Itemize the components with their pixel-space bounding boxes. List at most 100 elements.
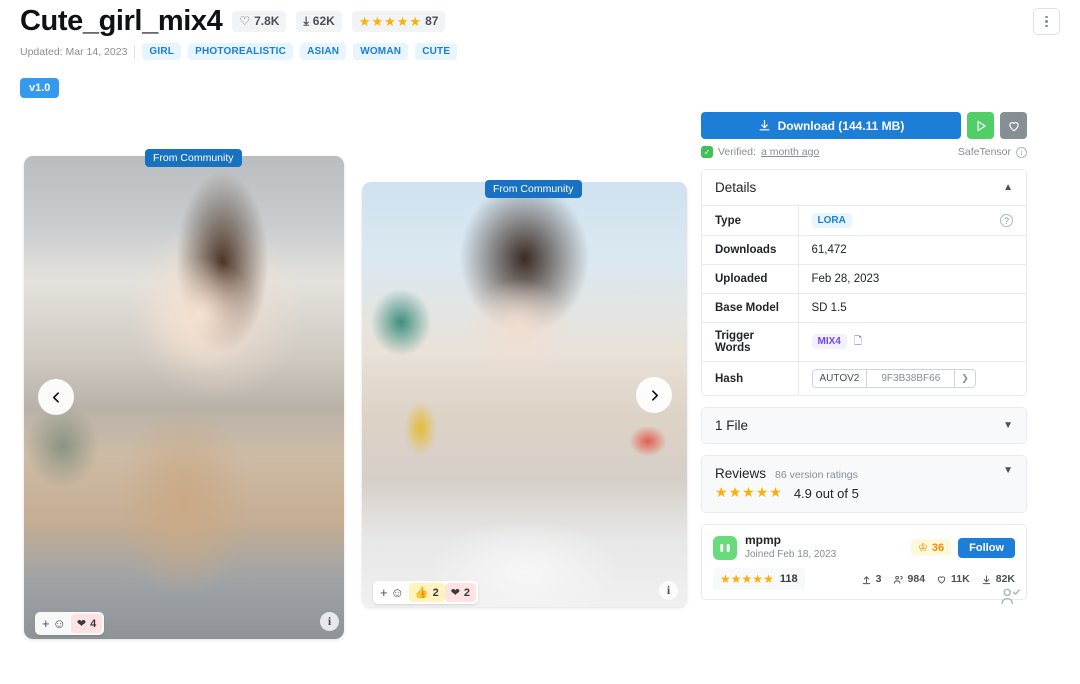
reaction-heart-count-1: 4: [90, 618, 96, 630]
account-verified-icon[interactable]: [999, 585, 1021, 607]
tag-asian[interactable]: ASIAN: [300, 43, 346, 60]
stat-likes[interactable]: ♡ 7.8K: [232, 11, 286, 32]
type-badge[interactable]: LORA: [812, 213, 852, 228]
model-detail-page: Cute_girl_mix4 ♡ 7.8K ⤓ 62K ★★★★★ 87 Upd…: [0, 0, 1080, 684]
download-icon: [981, 574, 992, 585]
creator-joined: Joined Feb 18, 2023: [745, 548, 836, 561]
stat-rating-count: 87: [425, 14, 438, 28]
creator-rating-count: 118: [780, 573, 798, 585]
followers-icon: [893, 574, 904, 585]
kebab-menu-icon[interactable]: [1033, 8, 1060, 35]
download-button-label: Download (144.11 MB): [778, 119, 905, 133]
add-reaction-button-1[interactable]: + ☺: [37, 616, 71, 631]
chevron-right-icon: [648, 389, 661, 402]
image-info-icon-2[interactable]: i: [659, 581, 678, 600]
table-row: Base Model SD 1.5: [702, 294, 1026, 323]
details-section: Details ▲ Type LORA ? Downloads 61,472: [701, 169, 1027, 396]
title-row: Cute_girl_mix4 ♡ 7.8K ⤓ 62K ★★★★★ 87: [20, 6, 1060, 36]
sidebar-panel: Download (144.11 MB) ✓ Verified: a month…: [701, 112, 1027, 600]
creator-rank-badge: ♔ 36: [911, 539, 951, 556]
from-community-badge-1: From Community: [145, 149, 242, 167]
creator-likes-value: 11K: [951, 573, 970, 585]
from-community-badge-2: From Community: [485, 180, 582, 198]
reaction-bar-1: + ☺ ❤ 4: [35, 612, 104, 635]
verified-shield-icon: ✓: [701, 146, 713, 158]
trigger-word-badge[interactable]: MIX4: [812, 334, 847, 349]
heart-outline-icon: ♡: [239, 15, 250, 27]
reaction-heart-2[interactable]: ❤ 2: [445, 583, 476, 602]
details-header[interactable]: Details ▲: [702, 170, 1026, 205]
chevron-right-icon[interactable]: ❯: [955, 370, 975, 387]
creator-downloads: 82K: [981, 573, 1015, 585]
creator-identity[interactable]: mpmp Joined Feb 18, 2023: [713, 534, 836, 561]
details-title: Details: [715, 180, 756, 195]
reaction-heart-1[interactable]: ❤ 4: [71, 614, 102, 633]
gallery-prev-button[interactable]: [38, 379, 74, 415]
crown-icon: ♔: [918, 541, 928, 554]
detail-key-type: Type: [702, 206, 798, 236]
verified-time-link[interactable]: a month ago: [761, 146, 819, 158]
tag-photorealistic[interactable]: PHOTOREALISTIC: [188, 43, 293, 60]
creator-likes: 11K: [936, 573, 970, 585]
reviews-title-row: Reviews 86 version ratings: [715, 466, 859, 481]
heart-outline-icon: [1007, 119, 1021, 133]
page-title: Cute_girl_mix4: [20, 6, 222, 36]
reaction-bar-2: + ☺ 👍 2 ❤ 2: [373, 581, 478, 604]
table-row: Downloads 61,472: [702, 236, 1026, 265]
gallery-next-button[interactable]: [636, 377, 672, 413]
favorite-button[interactable]: [1000, 112, 1027, 139]
run-model-button[interactable]: [967, 112, 994, 139]
version-tab-v1[interactable]: v1.0: [20, 78, 59, 98]
reviews-title: Reviews: [715, 466, 766, 481]
files-header[interactable]: 1 File ▼: [702, 408, 1026, 443]
page-header: Cute_girl_mix4 ♡ 7.8K ⤓ 62K ★★★★★ 87 Upd…: [20, 6, 1060, 98]
creator-card: mpmp Joined Feb 18, 2023 ♔ 36 Follow ★★★…: [701, 524, 1027, 600]
detail-value-downloads: 61,472: [798, 236, 1026, 265]
stat-likes-value: 7.8K: [254, 14, 279, 28]
creator-stars-icon: ★★★★★: [720, 570, 774, 588]
add-reaction-button-2[interactable]: + ☺: [375, 585, 409, 600]
download-icon: [758, 119, 771, 132]
hash-value[interactable]: 9F3B38BF66: [867, 370, 955, 387]
civitai-logo-icon: [718, 541, 732, 555]
creator-uploads-value: 3: [876, 573, 882, 585]
copy-icon[interactable]: 🗋: [854, 336, 862, 347]
help-icon[interactable]: ?: [1000, 214, 1013, 227]
creator-actions: ♔ 36 Follow: [911, 538, 1015, 558]
play-icon: [974, 119, 988, 133]
image-info-icon-1[interactable]: i: [320, 612, 339, 631]
download-button[interactable]: Download (144.11 MB): [701, 112, 961, 139]
info-icon[interactable]: i: [1016, 147, 1027, 158]
tag-woman[interactable]: WOMAN: [353, 43, 408, 60]
creator-stats-row: ★★★★★ 118 3: [713, 568, 1015, 590]
rating-stars-icon: ★★★★★: [359, 15, 421, 28]
creator-followers: 984: [893, 573, 926, 585]
reviews-header[interactable]: Reviews 86 version ratings ★★★★★ 4.9 out…: [702, 456, 1026, 512]
smiley-icon: ☺: [53, 616, 66, 631]
action-row: Download (144.11 MB): [701, 112, 1027, 139]
chevron-up-icon: ▲: [1003, 183, 1013, 193]
creator-top-row: mpmp Joined Feb 18, 2023 ♔ 36 Follow: [713, 534, 1015, 561]
tag-girl[interactable]: GIRL: [142, 43, 181, 60]
tag-cute[interactable]: CUTE: [415, 43, 457, 60]
creator-downloads-value: 82K: [996, 573, 1015, 585]
detail-value-base-model: SD 1.5: [798, 294, 1026, 323]
heart-icon: ❤: [77, 617, 86, 630]
smiley-icon: ☺: [391, 585, 404, 600]
format-group: SafeTensor i: [958, 146, 1027, 158]
follow-button[interactable]: Follow: [958, 538, 1015, 558]
hash-group: AUTOV2 9F3B38BF66 ❯: [812, 369, 976, 388]
table-row: Uploaded Feb 28, 2023: [702, 265, 1026, 294]
creator-rank-value: 36: [932, 542, 944, 554]
stat-rating[interactable]: ★★★★★ 87: [352, 11, 446, 32]
avatar: [713, 536, 737, 560]
chevron-down-icon: ▼: [1003, 466, 1013, 476]
reviews-subtitle: 86 version ratings: [775, 469, 858, 481]
creator-followers-value: 984: [908, 573, 926, 585]
chevron-left-icon: [50, 391, 63, 404]
plus-icon: +: [42, 616, 50, 631]
heart-icon: ❤: [451, 586, 460, 599]
image-gallery: [0, 150, 690, 650]
reaction-thumbsup-2[interactable]: 👍 2: [409, 583, 445, 602]
stat-downloads[interactable]: ⤓ 62K: [296, 11, 341, 32]
